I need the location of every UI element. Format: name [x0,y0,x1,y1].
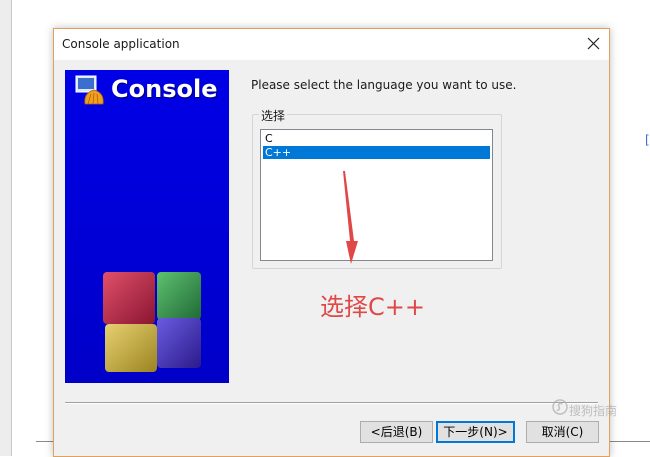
dialog-title: Console application [62,37,180,51]
close-icon [587,37,600,50]
language-prompt: Please select the language you want to u… [251,78,517,92]
background-window-edge [0,0,12,456]
annotation-text: 选择C++ [320,293,425,321]
list-item-cpp[interactable]: C++ [263,146,490,159]
cancel-button[interactable]: 取消(C) [526,421,599,443]
list-item-c[interactable]: C [263,132,490,145]
language-listbox[interactable]: C C++ [260,129,493,261]
dialog-titlebar: Console application [54,29,609,60]
console-application-dialog: Console application Console Please selec… [53,28,610,457]
console-app-icon [75,75,104,105]
annotation-arrow [343,171,358,264]
groupbox-label: 选择 [259,107,288,124]
banner-title: Console [111,75,218,103]
close-button[interactable] [581,31,607,57]
watermark-logo-icon [552,399,568,415]
back-button[interactable]: <后退(B) [360,421,433,443]
footer-separator [65,402,598,404]
next-button[interactable]: 下一步(N)> [436,421,515,443]
cubes-graphic [103,272,201,372]
wizard-banner: Console [65,70,229,383]
background-link[interactable]: [ [645,133,650,147]
watermark-text: 搜狗指南 [569,404,618,418]
